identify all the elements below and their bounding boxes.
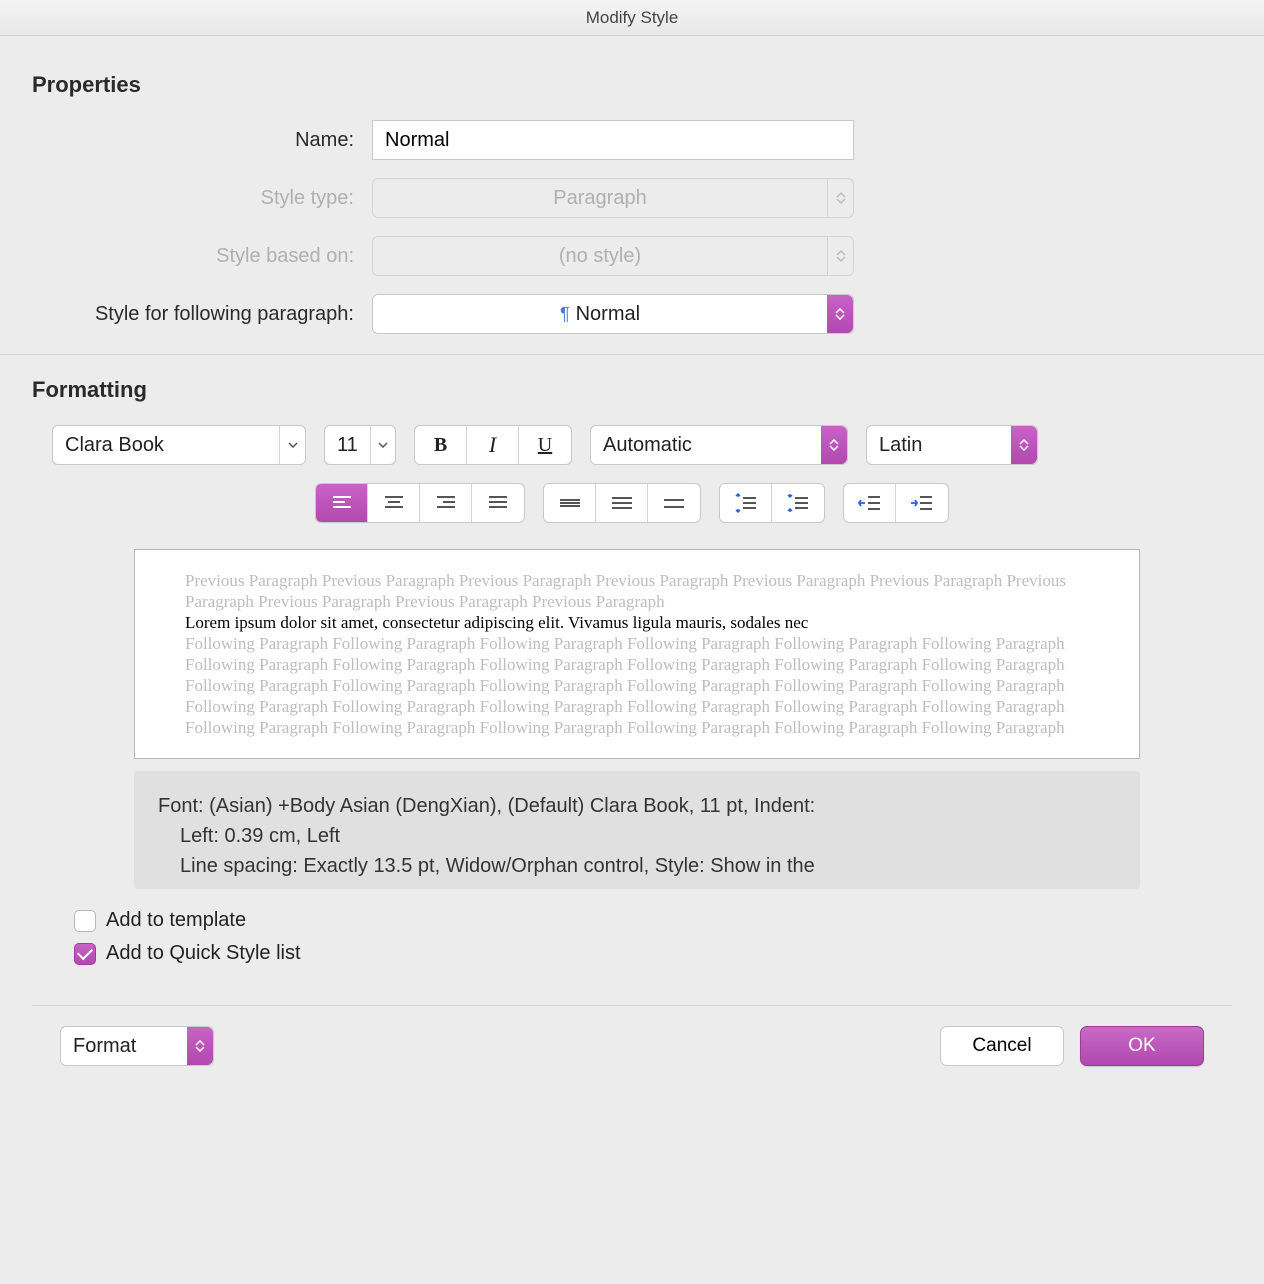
font-color-select[interactable]: Automatic: [590, 425, 848, 465]
font-color-value: Automatic: [591, 434, 821, 457]
spacing-single-icon: [560, 499, 580, 507]
font-size-value: 11: [325, 434, 370, 457]
alignment-group: [315, 483, 525, 523]
based-on-value: (no style): [373, 245, 827, 268]
spacing-double-button[interactable]: [648, 484, 700, 522]
align-left-button[interactable]: [316, 484, 368, 522]
format-menu-label: Format: [61, 1035, 187, 1058]
increase-indent-icon: [910, 494, 934, 512]
stepper-icon[interactable]: [827, 295, 853, 333]
script-value: Latin: [867, 434, 1011, 457]
style-description: Font: (Asian) +Body Asian (DengXian), (D…: [134, 771, 1140, 889]
chevron-down-icon[interactable]: [279, 426, 305, 464]
desc-line3: Line spacing: Exactly 13.5 pt, Widow/Orp…: [158, 851, 1116, 881]
add-to-template-label: Add to template: [106, 909, 246, 932]
ok-button[interactable]: OK: [1080, 1026, 1204, 1066]
spacing-15-icon: [612, 497, 632, 509]
following-value: ¶Normal: [373, 303, 827, 326]
chevron-down-icon[interactable]: [370, 426, 395, 464]
based-on-select: (no style): [372, 236, 854, 276]
preview-previous-text: Previous Paragraph Previous Paragraph Pr…: [185, 570, 1089, 612]
dialog-titlebar: Modify Style: [0, 0, 1264, 36]
spacing-15-button[interactable]: [596, 484, 648, 522]
bold-button[interactable]: B: [415, 426, 467, 464]
decrease-indent-button[interactable]: [844, 484, 896, 522]
align-justify-button[interactable]: [472, 484, 524, 522]
preview-area: Previous Paragraph Previous Paragraph Pr…: [134, 549, 1140, 759]
based-on-label: Style based on:: [32, 245, 372, 268]
name-input[interactable]: [372, 120, 854, 160]
spacing-double-icon: [664, 499, 684, 508]
format-menu-button[interactable]: Format: [60, 1026, 214, 1066]
pilcrow-icon: ¶: [560, 304, 570, 324]
script-select[interactable]: Latin: [866, 425, 1038, 465]
font-style-group: B I U: [414, 425, 572, 465]
desc-line2: Left: 0.39 cm, Left: [158, 821, 1116, 851]
properties-heading: Properties: [32, 72, 1232, 98]
preview-following-text: Following Paragraph Following Paragraph …: [185, 633, 1089, 738]
stepper-icon: [827, 179, 853, 217]
following-label: Style for following paragraph:: [32, 303, 372, 326]
increase-para-spacing-icon: [734, 493, 758, 513]
stepper-icon: [827, 237, 853, 275]
align-right-button[interactable]: [420, 484, 472, 522]
line-spacing-group: [543, 483, 701, 523]
add-to-template-checkbox[interactable]: [74, 910, 96, 932]
formatting-heading: Formatting: [32, 377, 1232, 403]
add-to-quick-style-label: Add to Quick Style list: [106, 942, 301, 965]
add-to-quick-style-checkbox[interactable]: [74, 943, 96, 965]
cancel-button[interactable]: Cancel: [940, 1026, 1064, 1066]
indent-group: [843, 483, 949, 523]
following-select[interactable]: ¶Normal: [372, 294, 854, 334]
italic-button[interactable]: I: [467, 426, 519, 464]
stepper-icon[interactable]: [1011, 426, 1037, 464]
decrease-para-spacing-button[interactable]: [772, 484, 824, 522]
stepper-icon[interactable]: [187, 1027, 213, 1065]
underline-button[interactable]: U: [519, 426, 571, 464]
decrease-para-spacing-icon: [786, 493, 810, 513]
style-type-label: Style type:: [32, 187, 372, 210]
spacing-single-button[interactable]: [544, 484, 596, 522]
para-spacing-group: [719, 483, 825, 523]
increase-indent-button[interactable]: [896, 484, 948, 522]
name-label: Name:: [32, 129, 372, 152]
stepper-icon[interactable]: [821, 426, 847, 464]
font-size-select[interactable]: 11: [324, 425, 396, 465]
desc-line1: Font: (Asian) +Body Asian (DengXian), (D…: [158, 795, 815, 817]
decrease-indent-icon: [858, 494, 882, 512]
increase-para-spacing-button[interactable]: [720, 484, 772, 522]
font-family-value: Clara Book: [53, 434, 279, 457]
font-family-select[interactable]: Clara Book: [52, 425, 306, 465]
dialog-title: Modify Style: [586, 8, 679, 28]
style-type-select: Paragraph: [372, 178, 854, 218]
style-type-value: Paragraph: [373, 187, 827, 210]
preview-sample-text: Lorem ipsum dolor sit amet, consectetur …: [185, 612, 1089, 633]
align-center-button[interactable]: [368, 484, 420, 522]
